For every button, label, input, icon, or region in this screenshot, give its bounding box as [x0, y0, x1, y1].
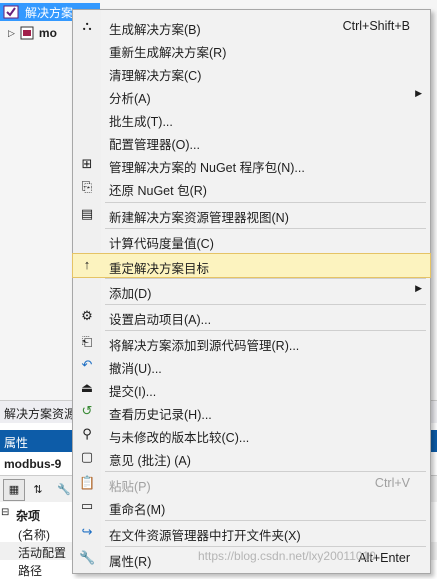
menu-item-compare[interactable]: ⚲ 与未修改的版本比较(C)...: [73, 423, 430, 446]
menu-item-label: 新建解决方案资源管理器视图(N): [109, 211, 289, 225]
build-icon: ⛬: [82, 18, 92, 33]
menu-item-rename[interactable]: ▭ 重命名(M): [73, 495, 430, 518]
menu-item-config-manager[interactable]: 配置管理器(O)...: [73, 130, 430, 153]
menu-item-clean[interactable]: 清理解决方案(C): [73, 61, 430, 84]
nuget-icon: ⊞: [81, 156, 93, 171]
menu-item-label: 批生成(T)...: [109, 115, 173, 129]
context-menu: ⛬ 生成解决方案(B) Ctrl+Shift+B 重新生成解决方案(R) 清理解…: [72, 9, 431, 574]
menu-item-view-history[interactable]: ↺ 查看历史记录(H)...: [73, 400, 430, 423]
menu-item-set-startup[interactable]: ⚙ 设置启动项目(A)...: [73, 305, 430, 328]
menu-item-label: 分析(A): [109, 92, 151, 106]
menu-item-undo[interactable]: ↶ 撤消(U)...: [73, 354, 430, 377]
menu-item-label: 在文件资源管理器中打开文件夹(X): [109, 529, 301, 543]
properties-title: 属性: [4, 436, 29, 450]
menu-item-label: 与未修改的版本比较(C)...: [109, 431, 250, 445]
property-name: 活动配置: [18, 546, 67, 560]
project-icon: [20, 26, 34, 40]
menu-item-code-metrics[interactable]: 计算代码度量值(C): [73, 229, 430, 252]
gear-icon: ⚙: [81, 308, 93, 323]
open-folder-icon: ↪: [81, 524, 93, 539]
alphabetical-button[interactable]: ⇅: [27, 479, 49, 501]
categorized-button[interactable]: ▦: [3, 479, 25, 501]
menu-item-open-folder[interactable]: ↪ 在文件资源管理器中打开文件夹(X): [73, 521, 430, 544]
menu-item-manage-nuget[interactable]: ⊞ 管理解决方案的 NuGet 程序包(N)...: [73, 153, 430, 176]
menu-item-label: 管理解决方案的 NuGet 程序包(N)...: [109, 161, 305, 175]
tab-solution-explorer[interactable]: 解决方案资源: [4, 405, 76, 422]
menu-item-commit[interactable]: ⏏ 提交(I)...: [73, 377, 430, 400]
menu-item-label: 还原 NuGet 包(R): [109, 184, 207, 198]
property-name: (名称): [18, 528, 50, 542]
solution-icon: [3, 5, 19, 19]
menu-item-label: 设置启动项目(A)...: [109, 313, 212, 327]
menu-item-label: 重定解决方案目标: [109, 262, 210, 276]
rename-icon: ▭: [80, 498, 94, 513]
project-label: mo: [38, 26, 57, 40]
menu-item-label: 意见 (批注) (A): [109, 454, 191, 468]
menu-item-analyze[interactable]: 分析(A) ▶: [73, 84, 430, 107]
menu-item-add-source-control[interactable]: ⎗ 将解决方案添加到源代码管理(R)...: [73, 331, 430, 354]
menu-item-label: 提交(I)...: [109, 385, 157, 399]
menu-item-add[interactable]: 添加(D) ▶: [73, 279, 430, 302]
compare-icon: ⚲: [82, 426, 92, 441]
history-icon: ↺: [81, 403, 93, 418]
new-view-icon: ▤: [80, 206, 94, 221]
property-name: 路径: [18, 564, 43, 578]
menu-item-label: 生成解决方案(B): [109, 23, 201, 37]
submenu-arrow-icon: ▶: [415, 283, 422, 293]
menu-item-retarget[interactable]: ↑ 重定解决方案目标: [72, 253, 431, 278]
menu-item-label: 属性(R): [109, 555, 152, 569]
expand-arrow-icon[interactable]: ▷: [8, 28, 15, 39]
menu-item-restore-nuget[interactable]: ⎘ 还原 NuGet 包(R): [73, 176, 430, 199]
menu-item-label: 配置管理器(O)...: [109, 138, 200, 152]
restore-icon: ⎘: [81, 179, 93, 194]
menu-item-label: 粘贴(P): [109, 480, 151, 494]
menu-item-label: 计算代码度量值(C): [109, 237, 214, 251]
watermark: https://blog.csdn.net/lxy20011010: [198, 549, 376, 563]
commit-icon: ⏏: [80, 380, 94, 395]
menu-item-label: 查看历史记录(H)...: [109, 408, 212, 422]
collapse-icon[interactable]: ⊟: [1, 507, 9, 518]
menu-item-rebuild[interactable]: 重新生成解决方案(R): [73, 38, 430, 61]
undo-icon: ↶: [81, 357, 93, 372]
menu-item-build[interactable]: ⛬ 生成解决方案(B) Ctrl+Shift+B: [73, 15, 430, 38]
menu-item-annotate[interactable]: ▢ 意见 (批注) (A): [73, 446, 430, 469]
menu-item-new-view[interactable]: ▤ 新建解决方案资源管理器视图(N): [73, 203, 430, 226]
menu-item-label: 重新生成解决方案(R): [109, 46, 227, 60]
menu-item-label: 清理解决方案(C): [109, 69, 202, 83]
menu-item-label: 重命名(M): [109, 503, 166, 517]
project-node[interactable]: ▷ mo: [0, 24, 57, 42]
menu-item-paste[interactable]: 📋 粘贴(P) Ctrl+V: [73, 472, 430, 495]
menu-item-batch-build[interactable]: 批生成(T)...: [73, 107, 430, 130]
comment-icon: ▢: [80, 449, 94, 464]
menu-item-label: 将解决方案添加到源代码管理(R)...: [109, 339, 300, 353]
add-source-icon: ⎗: [81, 334, 93, 349]
menu-item-label: 撤消(U)...: [109, 362, 162, 376]
category-label: 杂项: [16, 509, 41, 523]
wrench-icon: 🔧: [79, 550, 96, 565]
up-arrow-icon: ↑: [83, 257, 91, 272]
solution-label: 解决方案: [25, 5, 74, 20]
menu-item-shortcut: Ctrl+V: [374, 476, 410, 490]
paste-icon: 📋: [79, 475, 96, 490]
menu-item-shortcut: Ctrl+Shift+B: [342, 19, 410, 33]
menu-item-label: 添加(D): [109, 287, 152, 301]
submenu-arrow-icon: ▶: [415, 88, 422, 98]
properties-target-name: modbus-9: [4, 457, 62, 471]
